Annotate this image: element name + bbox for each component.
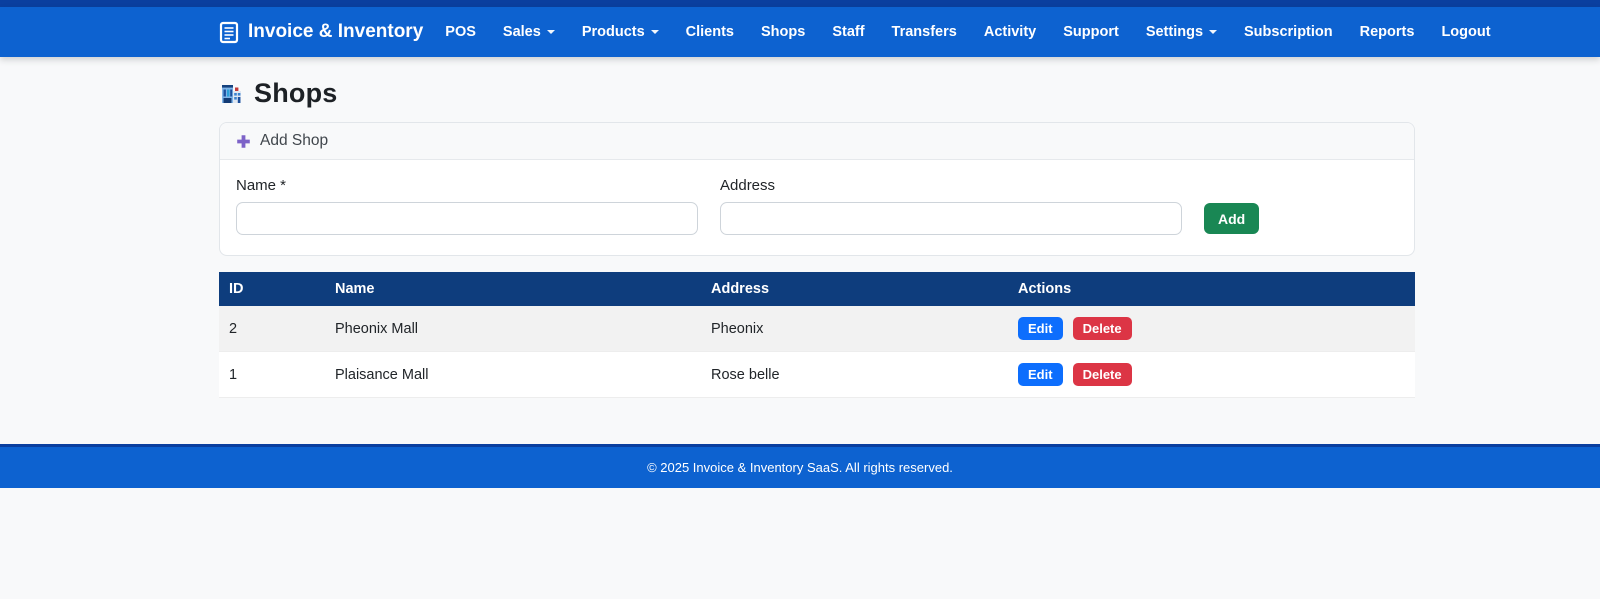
nav-item-transfers[interactable]: Transfers [892, 24, 957, 40]
nav-item-products-label: Products [581, 24, 645, 40]
col-header-name: Name [325, 272, 701, 306]
nav-item-staff[interactable]: Staff [832, 24, 864, 40]
brand[interactable]: Invoice & Inventory [219, 21, 423, 44]
edit-button[interactable]: Edit [1018, 317, 1063, 340]
add-shop-form: Name * Address Add [220, 160, 1414, 255]
page-title: Shops [254, 78, 338, 108]
brand-label: Invoice & Inventory [248, 21, 424, 42]
nav-item-sales[interactable]: Sales [503, 24, 555, 40]
add-shop-card-header: Add Shop [220, 123, 1414, 160]
cell-actions: Edit Delete [1008, 351, 1415, 398]
delete-button[interactable]: Delete [1072, 363, 1132, 386]
add-shop-card: Add Shop Name * Address Add [219, 122, 1415, 256]
shops-table: ID Name Address Actions 2 Pheonix Mall P… [219, 272, 1415, 398]
cell-actions: Edit Delete [1008, 306, 1415, 352]
nav-item-subscription[interactable]: Subscription [1244, 24, 1333, 40]
cell-name: Pheonix Mall [325, 306, 701, 352]
delete-button[interactable]: Delete [1072, 317, 1132, 340]
cell-address: Pheonix [701, 306, 1008, 352]
plus-icon [236, 134, 251, 149]
navbar-top-accent [0, 0, 1600, 7]
footer-copyright: © 2025 Invoice & Inventory SaaS. All rig… [647, 460, 953, 475]
cell-id: 2 [219, 306, 325, 352]
screen: Invoice & Inventory POS Sales Products C… [0, 0, 1600, 599]
navbar-inner: Invoice & Inventory POS Sales Products C… [219, 7, 1491, 57]
nav-links: POS Sales Products Clients Shops Staff T… [445, 24, 1517, 40]
name-field-group: Name * [236, 177, 698, 235]
footer: © 2025 Invoice & Inventory SaaS. All rig… [0, 444, 1600, 488]
table-row: 1 Plaisance Mall Rose belle Edit Delete [219, 351, 1415, 398]
page-title-row: Shops [219, 57, 1415, 109]
invoice-document-icon [219, 21, 239, 44]
nav-item-reports[interactable]: Reports [1360, 24, 1415, 40]
cell-id: 1 [219, 351, 325, 398]
address-input[interactable] [720, 202, 1182, 235]
chevron-down-icon [1209, 30, 1218, 34]
shops-table-head: ID Name Address Actions [219, 272, 1415, 306]
address-label: Address [720, 177, 776, 194]
nav-item-settings-label: Settings [1145, 24, 1204, 40]
nav-item-shops[interactable]: Shops [761, 24, 805, 40]
col-header-actions: Actions [1008, 272, 1415, 306]
chevron-down-icon [546, 30, 555, 34]
chevron-down-icon [650, 30, 659, 34]
nav-item-products[interactable]: Products [582, 24, 659, 40]
cell-name: Plaisance Mall [325, 351, 701, 398]
nav-item-sales-label: Sales [502, 24, 541, 40]
edit-button[interactable]: Edit [1018, 363, 1063, 386]
main-content: Shops Add Shop Name * Address Add ID Nam… [219, 57, 1415, 398]
add-button[interactable]: Add [1204, 203, 1260, 234]
add-shop-header-label: Add Shop [260, 132, 329, 149]
nav-item-activity[interactable]: Activity [984, 24, 1036, 40]
nav-item-settings[interactable]: Settings [1145, 24, 1218, 40]
name-input[interactable] [236, 202, 698, 235]
navbar: Invoice & Inventory POS Sales Products C… [0, 7, 1600, 57]
nav-item-logout[interactable]: Logout [1441, 24, 1490, 40]
col-header-id: ID [219, 272, 325, 306]
nav-item-support[interactable]: Support [1063, 24, 1119, 40]
address-field-group: Address [720, 177, 1182, 235]
department-store-icon [219, 81, 244, 106]
name-label: Name * [236, 177, 287, 194]
col-header-address: Address [701, 272, 1008, 306]
table-row: 2 Pheonix Mall Pheonix Edit Delete [219, 306, 1415, 352]
nav-item-clients[interactable]: Clients [686, 24, 734, 40]
nav-item-pos[interactable]: POS [445, 24, 476, 40]
cell-address: Rose belle [701, 351, 1008, 398]
